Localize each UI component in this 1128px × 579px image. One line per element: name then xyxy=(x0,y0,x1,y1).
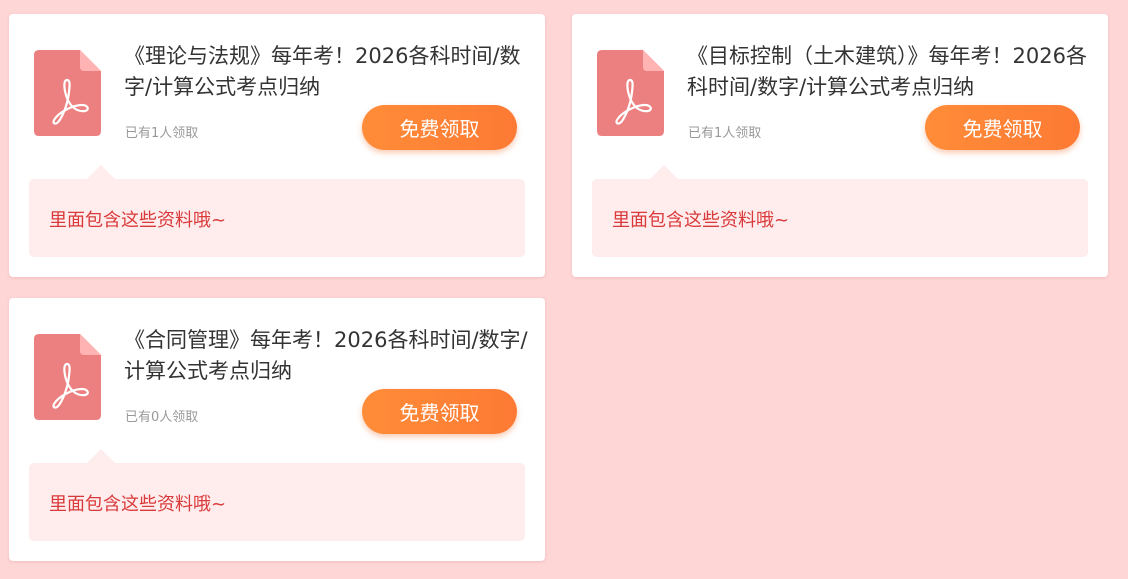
card-title: 《目标控制（土木建筑）》每年考！2026各科时间/数字/计算公式考点归纳 xyxy=(687,44,1087,99)
pdf-file-icon xyxy=(597,50,664,136)
free-claim-button[interactable]: 免费领取 xyxy=(925,105,1080,150)
contents-bubble: 里面包含这些资料哦~ xyxy=(592,165,1088,257)
contents-bubble: 里面包含这些资料哦~ xyxy=(29,449,525,541)
card-title: 《合同管理》每年考！2026各科时间/数字/计算公式考点归纳 xyxy=(124,328,528,383)
contents-bubble-text: 里面包含这些资料哦~ xyxy=(612,210,790,231)
claim-count: 已有1人领取 xyxy=(688,126,762,141)
claim-count: 已有0人领取 xyxy=(125,410,199,425)
free-claim-button[interactable]: 免费领取 xyxy=(362,389,517,434)
pdf-file-icon xyxy=(34,50,101,136)
contents-bubble: 里面包含这些资料哦~ xyxy=(29,165,525,257)
card-title: 《理论与法规》每年考！2026各科时间/数字/计算公式考点归纳 xyxy=(124,44,521,99)
contents-bubble-text: 里面包含这些资料哦~ xyxy=(49,494,227,515)
claim-count: 已有1人领取 xyxy=(125,126,199,141)
resource-card: 《目标控制（土木建筑）》每年考！2026各科时间/数字/计算公式考点归纳 已有1… xyxy=(572,14,1108,277)
free-claim-button[interactable]: 免费领取 xyxy=(362,105,517,150)
contents-bubble-text: 里面包含这些资料哦~ xyxy=(49,210,227,231)
pdf-file-icon xyxy=(34,334,101,420)
resource-card: 《理论与法规》每年考！2026各科时间/数字/计算公式考点归纳 已有1人领取 免… xyxy=(9,14,545,277)
resource-card: 《合同管理》每年考！2026各科时间/数字/计算公式考点归纳 已有0人领取 免费… xyxy=(9,298,545,561)
